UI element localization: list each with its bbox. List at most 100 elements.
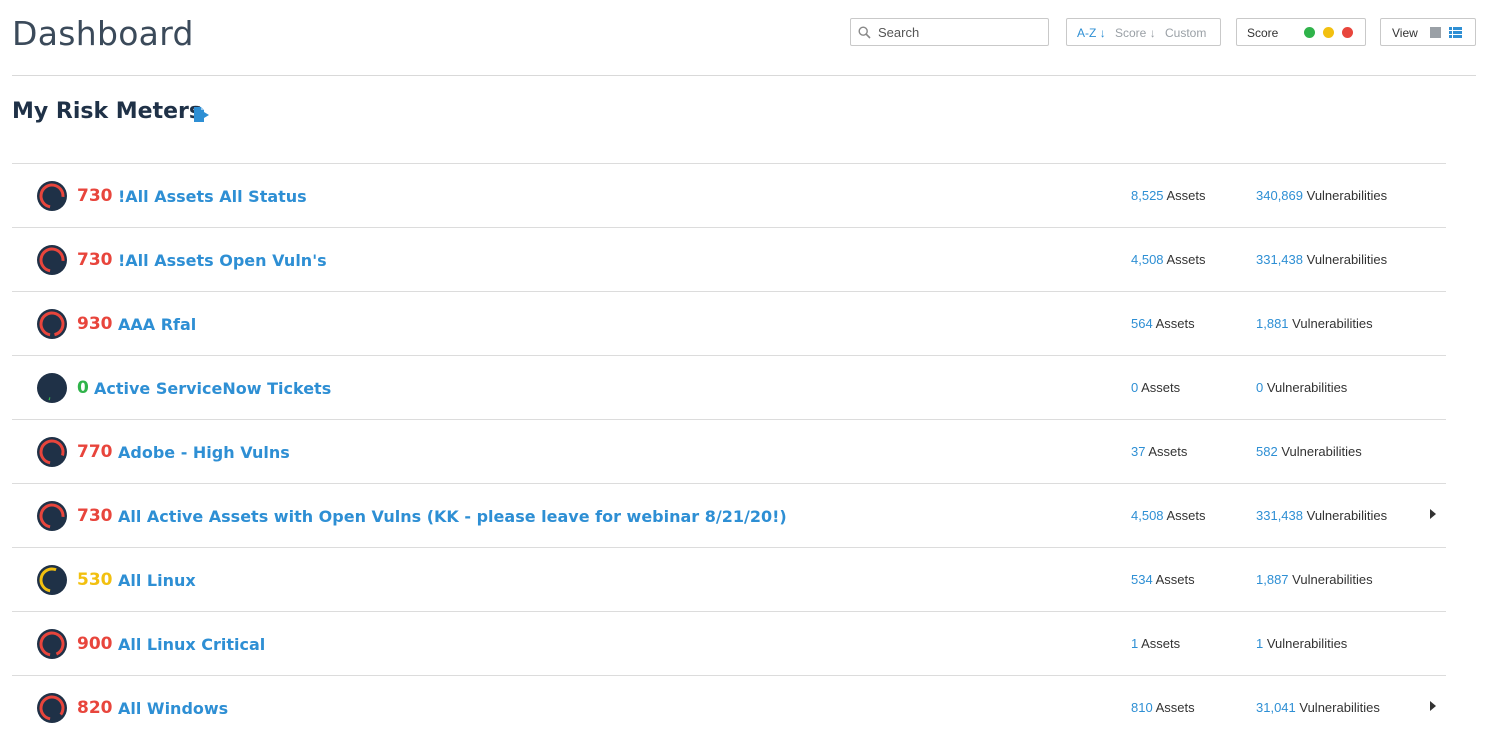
vulnerabilities-count-link[interactable]: 1,881 bbox=[1256, 316, 1289, 331]
risk-gauge-icon bbox=[37, 629, 67, 659]
risk-gauge-icon bbox=[37, 373, 67, 403]
score-filter-red-dot[interactable] bbox=[1342, 27, 1353, 38]
assets-label: Assets bbox=[1155, 572, 1195, 587]
vulnerabilities-count-link[interactable]: 340,869 bbox=[1256, 188, 1303, 203]
sort-score-button[interactable]: Score ↓ bbox=[1115, 26, 1156, 40]
assets-count-link[interactable]: 37 bbox=[1131, 444, 1145, 459]
risk-gauge-icon bbox=[37, 501, 67, 531]
risk-gauge-icon bbox=[37, 181, 67, 211]
vulnerabilities-label: Vulnerabilities bbox=[1281, 444, 1362, 459]
vulnerabilities-count-link[interactable]: 1 bbox=[1256, 636, 1263, 651]
vulnerabilities-label: Vulnerabilities bbox=[1306, 252, 1388, 267]
vulnerabilities-count: 1,881 Vulnerabilities bbox=[1256, 316, 1373, 331]
assets-label: Assets bbox=[1166, 508, 1206, 523]
risk-score: 730 bbox=[77, 506, 113, 526]
assets-label: Assets bbox=[1141, 380, 1181, 395]
risk-meter-row[interactable]: 730 !All Assets All Status 8,525 Assets 340… bbox=[12, 163, 1446, 227]
risk-meter-row[interactable]: 530 All Linux 534 Assets 1,887 Vulnerabilit… bbox=[12, 547, 1446, 611]
risk-meter-name-link[interactable]: !All Assets All Status bbox=[118, 187, 307, 206]
risk-gauge-icon bbox=[37, 309, 67, 339]
section-title: My Risk Meters bbox=[12, 99, 202, 124]
vulnerabilities-count-link[interactable]: 0 bbox=[1256, 380, 1263, 395]
sort-az-button[interactable]: A-Z ↓ bbox=[1077, 26, 1106, 40]
search-input[interactable] bbox=[878, 23, 1038, 41]
grid-view-icon[interactable] bbox=[1430, 27, 1441, 38]
risk-meter-row[interactable]: 0 Active ServiceNow Tickets 0 Assets 0 Vuln… bbox=[12, 355, 1446, 419]
assets-label: Assets bbox=[1155, 700, 1195, 715]
risk-meter-row[interactable]: 730 !All Assets Open Vuln's 4,508 Assets 33… bbox=[12, 227, 1446, 291]
export-icon[interactable] bbox=[193, 107, 211, 123]
vulnerabilities-label: Vulnerabilities bbox=[1306, 188, 1388, 203]
risk-meter-name-link[interactable]: All Active Assets with Open Vulns (KK - … bbox=[118, 507, 787, 526]
risk-score: 730 bbox=[77, 186, 113, 206]
vulnerabilities-count: 31,041 Vulnerabilities bbox=[1256, 700, 1380, 715]
assets-count-link[interactable]: 4,508 bbox=[1131, 252, 1164, 267]
vulnerabilities-count-link[interactable]: 31,041 bbox=[1256, 700, 1296, 715]
score-filter-yellow-dot[interactable] bbox=[1323, 27, 1334, 38]
score-filter-green-dot[interactable] bbox=[1304, 27, 1315, 38]
assets-count-link[interactable]: 810 bbox=[1131, 700, 1153, 715]
risk-meter-name-link[interactable]: AAA Rfal bbox=[118, 315, 196, 334]
vulnerabilities-label: Vulnerabilities bbox=[1292, 572, 1373, 587]
vulnerabilities-count: 582 Vulnerabilities bbox=[1256, 444, 1362, 459]
risk-meter-row[interactable]: 730 All Active Assets with Open Vulns (KK… bbox=[12, 483, 1446, 547]
risk-score: 900 bbox=[77, 634, 113, 654]
risk-meter-row[interactable]: 900 All Linux Critical 1 Assets 1 Vulnerabi… bbox=[12, 611, 1446, 675]
risk-score: 730 bbox=[77, 250, 113, 270]
vulnerabilities-count-link[interactable]: 331,438 bbox=[1256, 508, 1303, 523]
assets-count: 1 Assets bbox=[1131, 636, 1180, 651]
assets-label: Assets bbox=[1141, 636, 1181, 651]
risk-gauge-icon bbox=[37, 437, 67, 467]
vulnerabilities-count-link[interactable]: 1,887 bbox=[1256, 572, 1289, 587]
vulnerabilities-count: 1 Vulnerabilities bbox=[1256, 636, 1347, 651]
assets-count-link[interactable]: 1 bbox=[1131, 636, 1138, 651]
risk-meter-name-link[interactable]: Active ServiceNow Tickets bbox=[94, 379, 331, 398]
vulnerabilities-count: 1,887 Vulnerabilities bbox=[1256, 572, 1373, 587]
risk-gauge-icon bbox=[37, 565, 67, 595]
assets-count-link[interactable]: 8,525 bbox=[1131, 188, 1164, 203]
vulnerabilities-count-link[interactable]: 331,438 bbox=[1256, 252, 1303, 267]
risk-meter-row[interactable]: 820 All Windows 810 Assets 31,041 Vulnerabi… bbox=[12, 675, 1446, 739]
risk-meter-row[interactable]: 930 AAA Rfal 564 Assets 1,881 Vulnerabiliti… bbox=[12, 291, 1446, 355]
vulnerabilities-count-link[interactable]: 582 bbox=[1256, 444, 1278, 459]
risk-meter-name-link[interactable]: All Linux bbox=[118, 571, 196, 590]
search-icon bbox=[858, 26, 871, 39]
assets-label: Assets bbox=[1148, 444, 1188, 459]
view-toggle-group: View bbox=[1380, 18, 1476, 46]
caret-right-icon[interactable] bbox=[1430, 701, 1436, 711]
vulnerabilities-label: Vulnerabilities bbox=[1306, 508, 1388, 523]
sort-custom-button[interactable]: Custom bbox=[1165, 26, 1206, 40]
vulnerabilities-count: 0 Vulnerabilities bbox=[1256, 380, 1347, 395]
caret-right-icon[interactable] bbox=[1430, 509, 1436, 519]
score-filter-group: Score bbox=[1236, 18, 1366, 46]
assets-count: 534 Assets bbox=[1131, 572, 1195, 587]
vulnerabilities-count: 340,869 Vulnerabilities bbox=[1256, 188, 1387, 203]
risk-score: 0 bbox=[77, 378, 89, 398]
assets-count: 810 Assets bbox=[1131, 700, 1195, 715]
assets-count: 0 Assets bbox=[1131, 380, 1180, 395]
risk-meter-name-link[interactable]: Adobe - High Vulns bbox=[118, 443, 290, 462]
risk-meter-list: 730 !All Assets All Status 8,525 Assets 340… bbox=[12, 163, 1446, 739]
assets-count: 564 Assets bbox=[1131, 316, 1195, 331]
assets-count-link[interactable]: 564 bbox=[1131, 316, 1153, 331]
risk-meter-name-link[interactable]: All Linux Critical bbox=[118, 635, 265, 654]
assets-count-link[interactable]: 534 bbox=[1131, 572, 1153, 587]
risk-meter-name-link[interactable]: !All Assets Open Vuln's bbox=[118, 251, 327, 270]
vulnerabilities-label: Vulnerabilities bbox=[1266, 636, 1348, 651]
vulnerabilities-label: Vulnerabilities bbox=[1299, 700, 1380, 715]
vulnerabilities-count: 331,438 Vulnerabilities bbox=[1256, 252, 1387, 267]
assets-count-link[interactable]: 0 bbox=[1131, 380, 1138, 395]
risk-score: 820 bbox=[77, 698, 113, 718]
assets-count: 8,525 Assets bbox=[1131, 188, 1205, 203]
risk-meter-name-link[interactable]: All Windows bbox=[118, 699, 228, 718]
list-view-icon[interactable] bbox=[1449, 27, 1462, 38]
risk-score: 770 bbox=[77, 442, 113, 462]
vulnerabilities-count: 331,438 Vulnerabilities bbox=[1256, 508, 1387, 523]
assets-count: 4,508 Assets bbox=[1131, 508, 1205, 523]
assets-count-link[interactable]: 4,508 bbox=[1131, 508, 1164, 523]
assets-count: 37 Assets bbox=[1131, 444, 1187, 459]
assets-count: 4,508 Assets bbox=[1131, 252, 1205, 267]
assets-label: Assets bbox=[1166, 188, 1206, 203]
risk-meter-row[interactable]: 770 Adobe - High Vulns 37 Assets 582 Vulner… bbox=[12, 419, 1446, 483]
search-box[interactable] bbox=[850, 18, 1049, 46]
